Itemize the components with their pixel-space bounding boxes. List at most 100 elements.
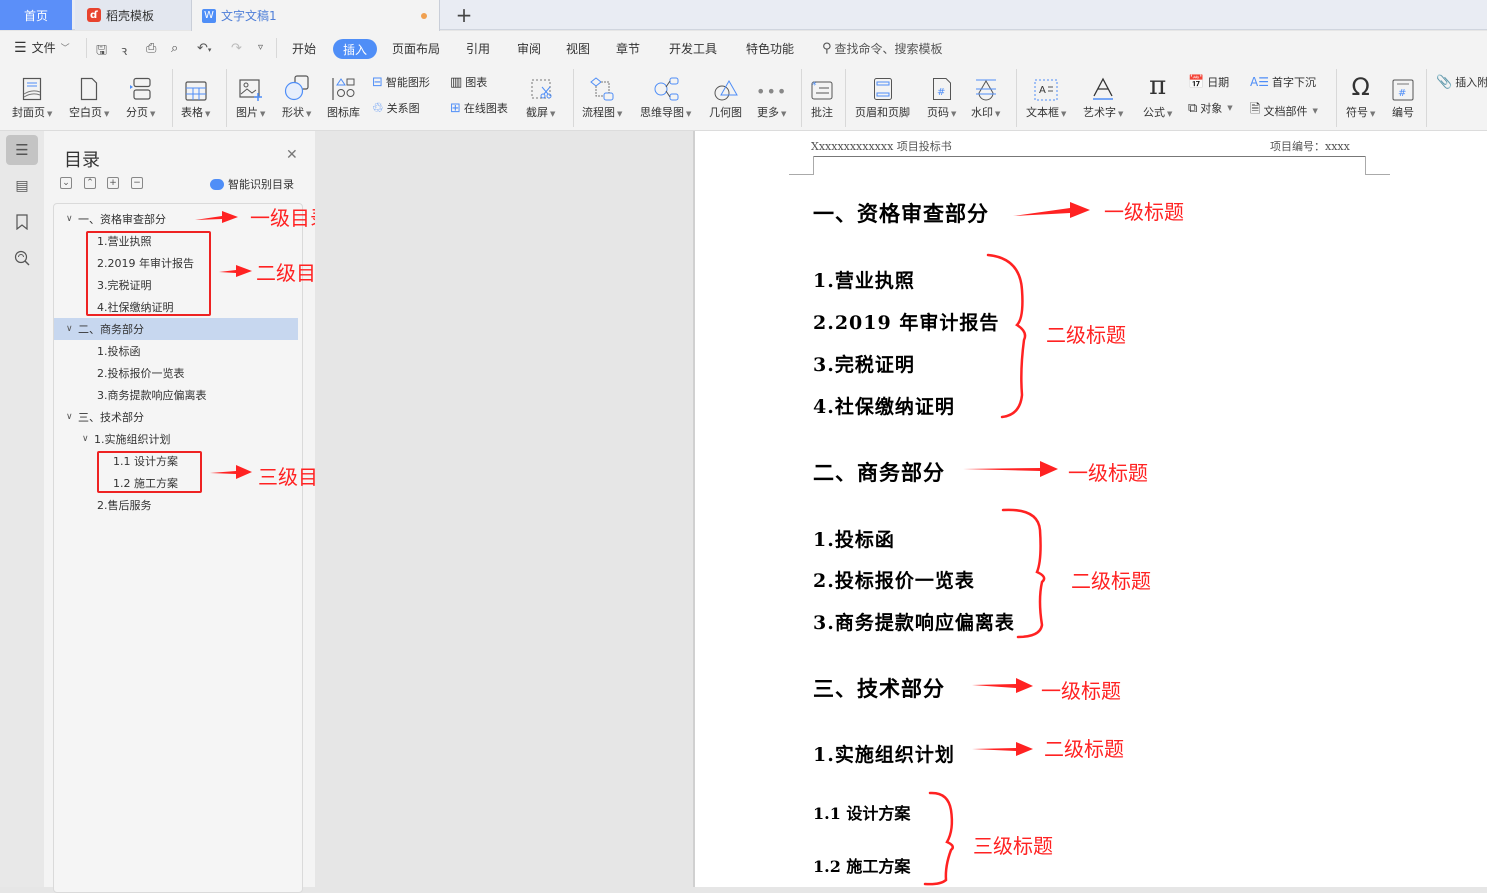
toc-item[interactable]: 1.投标函 [54, 340, 298, 362]
heading-level2[interactable]: 3.完税证明 [813, 350, 915, 377]
find-replace-button[interactable] [6, 243, 38, 273]
object-button[interactable]: ⧉ 对象 ▼ [1188, 100, 1233, 116]
bookmark-button[interactable] [6, 207, 38, 237]
doc-parts-label: 文档部件 [1263, 105, 1308, 118]
divider [226, 69, 227, 127]
menu-chapter[interactable]: 章节 [616, 40, 640, 57]
menu-developer[interactable]: 开发工具 [669, 40, 717, 57]
more-button[interactable]: ••• 更多 ▼ [756, 71, 787, 120]
cover-page-button[interactable]: 封面页 ▼ [12, 71, 52, 120]
collapse-all-icon[interactable]: ⌃ [84, 177, 96, 189]
screenshot-button[interactable]: 截屏 ▼ [526, 71, 555, 120]
heading-level1[interactable]: 三、技术部分 [813, 673, 945, 703]
redo-icon[interactable]: ↷ [231, 41, 242, 56]
menu-insert[interactable]: 插入 [333, 39, 377, 59]
cover-page-icon [22, 71, 42, 101]
toc-item[interactable]: 2.售后服务 [54, 494, 298, 516]
table-button[interactable]: 表格 ▼ [181, 71, 210, 120]
wordart-button[interactable]: 艺术字 ▼ [1083, 71, 1123, 120]
comment-label: 批注 [811, 106, 833, 119]
page-number-button[interactable]: # 页码 ▼ [927, 71, 956, 120]
toc-item[interactable]: 3.商务提款响应偏离表 [54, 384, 298, 406]
icon-library-button[interactable]: 图标库 [327, 71, 360, 120]
symbol-button[interactable]: Ω 符号 ▼ [1346, 71, 1375, 120]
new-tab-button[interactable]: + [452, 0, 476, 30]
doc-annotation-level1: 一级标题 [1041, 679, 1121, 703]
menu-start[interactable]: 开始 [292, 40, 316, 57]
page-break-button[interactable]: 分页 ▼ [126, 71, 155, 120]
table-label: 表格 [181, 106, 203, 119]
toc-item-label: 一、资格审查部分 [78, 213, 166, 226]
toc-item[interactable]: ∨ 1.实施组织计划 [54, 428, 298, 450]
tab-home[interactable]: 首页 [0, 0, 72, 30]
svg-text:#: # [937, 87, 945, 98]
chart-button[interactable]: ▥ 图表 [450, 74, 487, 90]
relation-chart-button[interactable]: ♲ 关系图 [372, 100, 420, 116]
close-icon[interactable]: ✕ [286, 147, 298, 163]
picture-button[interactable]: 图片 ▼ [236, 71, 265, 120]
online-chart-button[interactable]: ⊞ 在线图表 [450, 100, 508, 116]
menu-review[interactable]: 审阅 [517, 40, 541, 57]
save-icon[interactable]: 🖫 [96, 41, 107, 63]
smart-detect-toc-button[interactable]: 智能识别目录 [210, 176, 294, 192]
watermark-button[interactable]: 水印 ▼ [971, 71, 1000, 120]
toc-item-selected[interactable]: ∨ 二、商务部分 [54, 318, 298, 340]
chevron-down-icon: ∨ [66, 324, 73, 334]
heading-level2[interactable]: 1.实施组织计划 [813, 740, 955, 767]
toc-nav-button[interactable]: ☰ [6, 135, 38, 165]
heading-level2[interactable]: 3.商务提款响应偏离表 [813, 608, 1015, 635]
customize-toolbar-icon[interactable]: ▿ [258, 42, 263, 53]
menu-view[interactable]: 视图 [566, 40, 590, 57]
heading-level2[interactable]: 2.投标报价一览表 [813, 566, 975, 593]
menu-page-layout[interactable]: 页面布局 [392, 40, 440, 57]
blank-page-button[interactable]: 空白页 ▼ [69, 71, 109, 120]
date-label: 日期 [1207, 76, 1230, 89]
date-button[interactable]: 📅 日期 [1188, 74, 1229, 90]
tab-daoke-templates[interactable]: ɗ 稻壳模板 [75, 0, 191, 30]
promote-level-icon[interactable]: + [107, 177, 119, 189]
hamburger-icon: ☰ [14, 39, 27, 56]
header-footer-icon [873, 71, 893, 101]
chapter-nav-button[interactable]: ▤ [6, 171, 38, 201]
tab-document[interactable]: W 文字文稿1 [191, 0, 440, 31]
divider [1016, 69, 1017, 127]
heading-level3[interactable]: 1.2 施工方案 [813, 853, 910, 877]
textbox-button[interactable]: A 文本框 ▼ [1026, 71, 1066, 120]
flowchart-button[interactable]: 流程图 ▼ [582, 71, 622, 120]
undo-icon[interactable]: ↶▾ [197, 41, 211, 56]
print-icon[interactable]: ⎙ [146, 41, 156, 56]
demote-level-icon[interactable]: − [131, 177, 143, 189]
menu-special-features[interactable]: 特色功能 [746, 40, 794, 57]
crop-mark [813, 156, 814, 175]
numbering-icon: # [1392, 71, 1414, 101]
file-menu[interactable]: ☰ 文件 ﹀ [14, 39, 70, 56]
shape-button[interactable]: 形状 ▼ [282, 71, 311, 120]
menu-references[interactable]: 引用 [466, 40, 490, 57]
list-icon: ☰ [15, 141, 29, 159]
heading-level3[interactable]: 1.1 设计方案 [813, 800, 910, 824]
toc-item[interactable]: 2.投标报价一览表 [54, 362, 298, 384]
page-number-icon: # [932, 71, 952, 101]
expand-all-icon[interactable]: ⌄ [60, 177, 72, 189]
heading-level2[interactable]: 1.营业执照 [813, 266, 915, 293]
toc-item[interactable]: ∨ 三、技术部分 [54, 406, 298, 428]
insert-attachment-button[interactable]: 📎 插入附 [1436, 74, 1487, 90]
drop-cap-button[interactable]: A☰ 首字下沉 [1250, 74, 1316, 90]
formula-button[interactable]: π 公式 ▼ [1143, 71, 1172, 120]
geometry-button[interactable]: 几何图 [709, 71, 742, 120]
heading-level2[interactable]: 4.社保缴纳证明 [813, 392, 955, 419]
format-painter-icon[interactable]: ꝛ [121, 41, 127, 59]
heading-level2[interactable]: 1.投标函 [813, 525, 895, 552]
document-page[interactable] [693, 131, 1487, 887]
numbering-button[interactable]: # 编号 [1392, 71, 1414, 120]
print-preview-icon[interactable]: ⌕ [171, 41, 178, 56]
heading-level2[interactable]: 2.2019 年审计报告 [813, 308, 999, 335]
mindmap-button[interactable]: 思维导图 ▼ [640, 71, 691, 120]
header-footer-button[interactable]: 页眉和页脚 [855, 71, 910, 120]
smart-art-button[interactable]: ⊟ 智能图形 [372, 74, 430, 90]
heading-level1[interactable]: 一、资格审查部分 [813, 198, 989, 228]
comment-button[interactable]: * 批注 [810, 71, 834, 120]
command-search[interactable]: ⚲ 查找命令、搜索模板 [822, 40, 943, 57]
doc-parts-button[interactable]: 🗎 文档部件 ▼ [1250, 100, 1318, 122]
heading-level1[interactable]: 二、商务部分 [813, 457, 945, 487]
